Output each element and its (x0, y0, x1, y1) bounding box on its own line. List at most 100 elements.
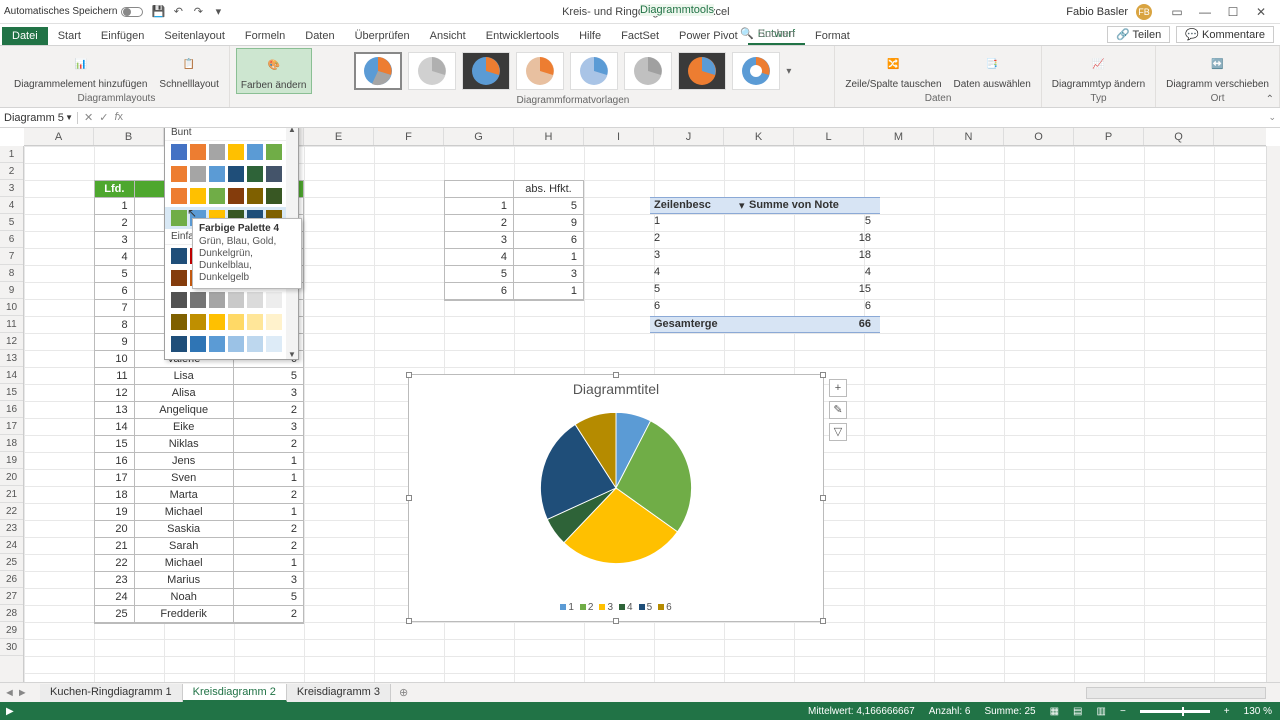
status-bar: ▶ Mittelwert: 4,166666667 Anzahl: 6 Summ… (0, 702, 1280, 720)
new-sheet-button[interactable]: ⊕ (391, 684, 416, 701)
vertical-scrollbar[interactable] (1266, 146, 1280, 686)
pie-chart[interactable]: Diagrammtitel 123456 + ✎ ▽ (408, 374, 824, 622)
sheet-nav-prev-icon[interactable]: ◄ (4, 687, 15, 699)
style-thumb-3[interactable] (462, 52, 510, 90)
select-data-icon: 📑 (978, 50, 1006, 78)
sheet-tab[interactable]: Kreisdiagramm 3 (287, 684, 391, 702)
sheet-nav-next-icon[interactable]: ► (17, 687, 28, 699)
chart-title[interactable]: Diagrammtitel (409, 375, 823, 403)
frequency-table[interactable]: abs. Hfkt.152936415361 (444, 180, 584, 301)
tab-daten[interactable]: Daten (295, 27, 344, 45)
quick-layout-button[interactable]: 📋Schnelllayout (155, 48, 222, 92)
view-page-break-icon[interactable]: ▥ (1097, 706, 1106, 717)
tab-format[interactable]: Format (805, 27, 860, 45)
move-chart-button[interactable]: ↔️Diagramm verschieben (1162, 48, 1273, 92)
status-average: Mittelwert: 4,166666667 (808, 706, 915, 717)
quick-layout-icon: 📋 (175, 50, 203, 78)
pie-chart-plot[interactable] (516, 403, 716, 573)
zoom-slider[interactable] (1140, 710, 1210, 713)
row-headers[interactable]: 1234567891011121314151617181920212223242… (0, 146, 24, 686)
horizontal-scrollbar[interactable] (1086, 687, 1266, 699)
name-box[interactable]: Diagramm 5▼ (0, 112, 78, 124)
zoom-level[interactable]: 130 % (1244, 706, 1272, 717)
tab-datei[interactable]: Datei (2, 27, 48, 45)
scroll-down-icon[interactable]: ▼ (286, 350, 298, 359)
view-normal-icon[interactable]: ▦ (1050, 706, 1059, 717)
autosave-toggle[interactable]: Automatisches Speichern (4, 6, 143, 17)
ribbon-display-icon[interactable]: ▭ (1168, 5, 1186, 19)
tab-powerpivot[interactable]: Power Pivot (669, 27, 748, 45)
undo-icon[interactable]: ↶ (171, 5, 185, 19)
palette-row[interactable] (165, 185, 298, 207)
view-page-layout-icon[interactable]: ▤ (1073, 706, 1082, 717)
toggle-off-icon[interactable] (121, 7, 143, 17)
chevron-down-icon[interactable]: ▼ (65, 113, 73, 122)
collapse-ribbon-icon[interactable]: ⌃ (1266, 94, 1274, 105)
comments-button[interactable]: 💬 Kommentare (1176, 26, 1274, 43)
style-thumb-1[interactable] (354, 52, 402, 90)
chart-elements-button[interactable]: + (829, 379, 847, 397)
select-data-button[interactable]: 📑Daten auswählen (950, 48, 1035, 92)
tab-ansicht[interactable]: Ansicht (420, 27, 476, 45)
style-thumb-2[interactable] (408, 52, 456, 90)
search-placeholder: Suchen (758, 28, 795, 40)
pivot-table[interactable]: Zeilenbesc▾Summe von Note152183184451566… (650, 197, 880, 333)
chart-style-gallery[interactable]: ▾ (344, 48, 801, 94)
palette-row[interactable] (165, 333, 298, 355)
chart-filters-button[interactable]: ▽ (829, 423, 847, 441)
palette-row[interactable] (165, 311, 298, 333)
style-thumb-8[interactable] (732, 52, 780, 90)
maximize-icon[interactable]: ☐ (1224, 5, 1242, 19)
tab-ueberpruefen[interactable]: Überprüfen (345, 27, 420, 45)
add-chart-element-button[interactable]: 📊Diagrammelement hinzufügen (10, 48, 151, 92)
add-element-icon: 📊 (67, 50, 95, 78)
search-icon: 🔍 (740, 27, 754, 40)
palette-row[interactable] (165, 141, 298, 163)
change-chart-type-button[interactable]: 📈Diagrammtyp ändern (1048, 48, 1149, 92)
qat-customize-icon[interactable]: ▾ (211, 5, 225, 19)
close-icon[interactable]: ✕ (1252, 5, 1270, 19)
gallery-more-icon[interactable]: ▾ (786, 66, 791, 77)
tell-me-search[interactable]: 🔍 Suchen (740, 27, 795, 40)
record-macro-icon[interactable]: ▶ (6, 706, 14, 717)
palette-row[interactable] (165, 289, 298, 311)
user-name[interactable]: Fabio Basler (1066, 6, 1128, 18)
tab-start[interactable]: Start (48, 27, 91, 45)
style-thumb-5[interactable] (570, 52, 618, 90)
user-avatar[interactable]: FB (1136, 4, 1152, 20)
tab-entwicklertools[interactable]: Entwicklertools (476, 27, 569, 45)
switch-icon: 🔀 (879, 50, 907, 78)
autosave-label: Automatisches Speichern (4, 6, 117, 17)
redo-icon[interactable]: ↷ (191, 5, 205, 19)
save-icon[interactable]: 💾 (151, 5, 165, 19)
palette-icon: 🎨 (260, 51, 288, 79)
formula-input[interactable] (129, 112, 1280, 124)
minimize-icon[interactable]: — (1196, 5, 1214, 19)
style-thumb-7[interactable] (678, 52, 726, 90)
scroll-up-icon[interactable]: ▲ (286, 128, 298, 134)
style-thumb-4[interactable] (516, 52, 564, 90)
chart-styles-button[interactable]: ✎ (829, 401, 847, 419)
change-colors-button[interactable]: 🎨Farben ändern (236, 48, 312, 94)
tab-factset[interactable]: FactSet (611, 27, 669, 45)
palette-row[interactable] (165, 163, 298, 185)
fx-icon[interactable]: fx (114, 111, 123, 124)
chart-legend[interactable]: 123456 (409, 598, 823, 617)
tab-einfuegen[interactable]: Einfügen (91, 27, 154, 45)
zoom-out-icon[interactable]: − (1120, 706, 1126, 717)
zoom-in-icon[interactable]: + (1224, 706, 1230, 717)
sheet-tab[interactable]: Kuchen-Ringdiagramm 1 (40, 684, 183, 702)
expand-formula-bar-icon[interactable]: ⌄ (1268, 112, 1276, 123)
cancel-formula-icon[interactable]: ✕ (84, 111, 93, 124)
tab-formeln[interactable]: Formeln (235, 27, 295, 45)
contextual-tab-label: Diagrammtools (630, 0, 724, 20)
share-button[interactable]: 🔗 Teilen (1107, 26, 1170, 43)
group-label-location: Ort (1211, 92, 1225, 105)
tab-seitenlayout[interactable]: Seitenlayout (154, 27, 235, 45)
enter-formula-icon[interactable]: ✓ (99, 111, 108, 124)
switch-row-col-button[interactable]: 🔀Zeile/Spalte tauschen (841, 48, 945, 92)
tab-hilfe[interactable]: Hilfe (569, 27, 611, 45)
worksheet-grid[interactable]: ABCDEFGHIJKLMNOPQ 1234567891011121314151… (0, 128, 1280, 686)
sheet-tab[interactable]: Kreisdiagramm 2 (183, 684, 287, 702)
style-thumb-6[interactable] (624, 52, 672, 90)
